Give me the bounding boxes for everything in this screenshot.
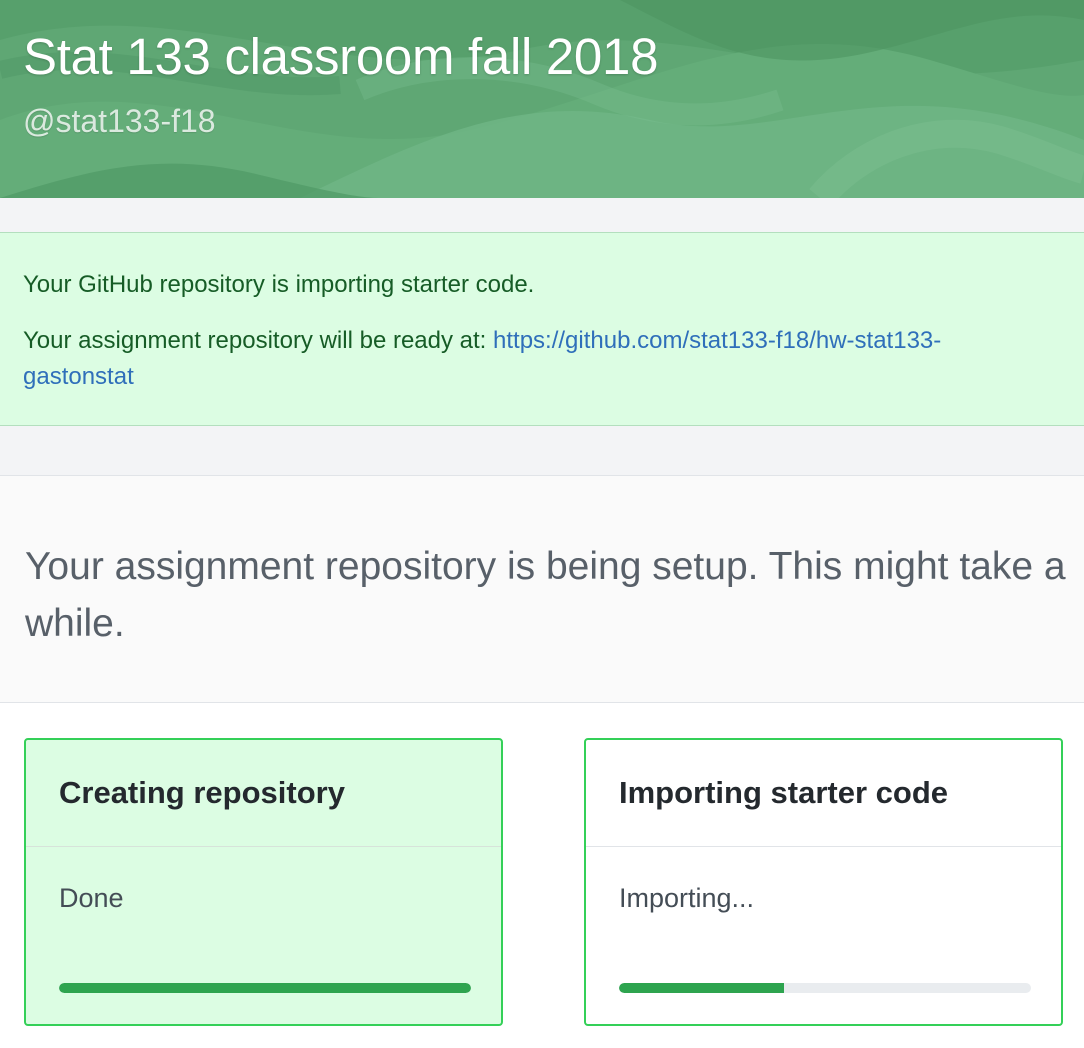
step-progress-fill — [619, 983, 784, 993]
step-progress-bar — [619, 983, 1031, 993]
import-flash-notice: Your GitHub repository is importing star… — [0, 232, 1084, 426]
step-card-importing-starter-code: Importing starter code Importing... — [584, 738, 1063, 1026]
flash-ready-prefix: Your assignment repository will be ready… — [23, 327, 494, 354]
step-title: Creating repository — [59, 775, 345, 810]
step-card-header: Creating repository — [26, 740, 501, 847]
step-status: Importing... — [619, 883, 755, 913]
organization-handle: @stat133-f18 — [23, 103, 216, 139]
step-progress-fill — [59, 983, 471, 993]
step-status: Done — [59, 883, 124, 913]
flash-ready-message: Your assignment repository will be ready… — [23, 323, 1043, 395]
spacer-band — [0, 426, 1084, 476]
classroom-title: Stat 133 classroom fall 2018 — [23, 28, 659, 85]
setup-status-section: Your assignment repository is being setu… — [0, 476, 1084, 703]
step-progress-bar — [59, 983, 471, 993]
step-card-header: Importing starter code — [586, 740, 1061, 847]
spacer-band — [0, 198, 1084, 232]
step-title: Importing starter code — [619, 775, 948, 810]
step-card-creating-repository: Creating repository Done — [24, 738, 503, 1026]
setup-heading: Your assignment repository is being setu… — [25, 545, 1066, 645]
flash-import-message: Your GitHub repository is importing star… — [23, 271, 535, 298]
classroom-banner: Stat 133 classroom fall 2018 @stat133-f1… — [0, 0, 1084, 198]
